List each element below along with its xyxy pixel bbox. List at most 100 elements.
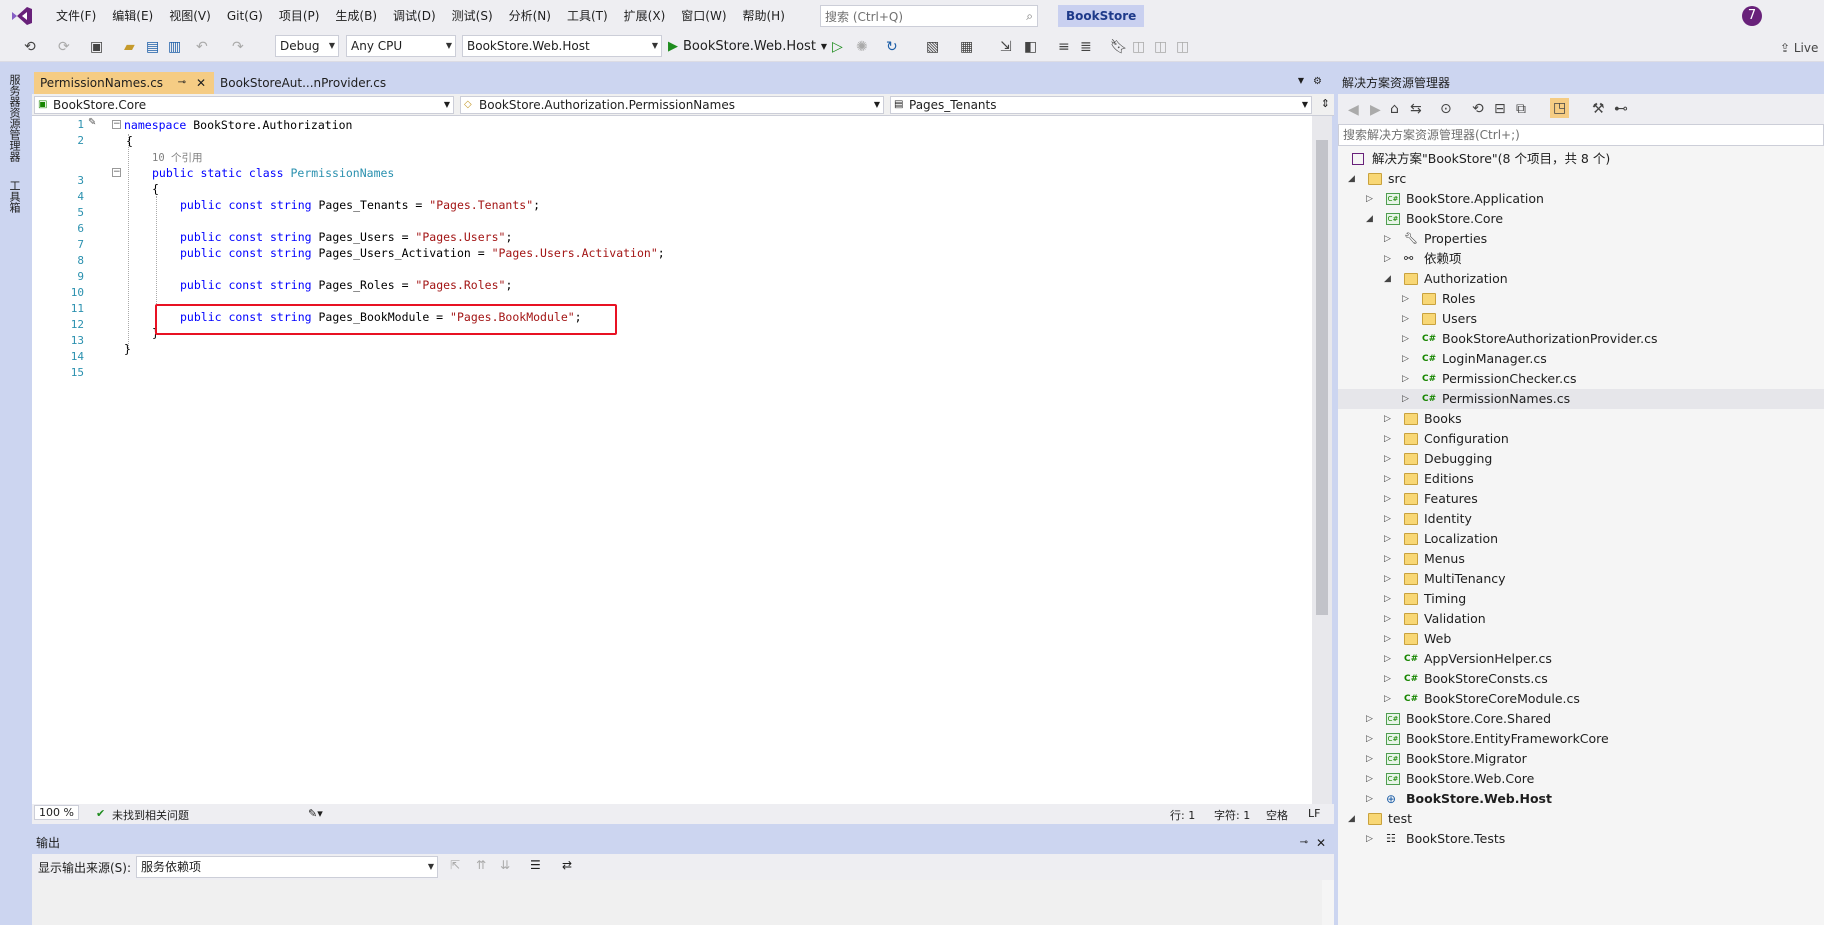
sync-icon[interactable]: ⟲ (1472, 99, 1484, 119)
prev-message-icon[interactable]: ⇈ (476, 858, 486, 872)
browse-icon[interactable]: ▧ (926, 37, 939, 57)
tree-item-folder[interactable]: ▷ Debugging (1384, 449, 1492, 469)
new-project-icon[interactable]: ▣ (90, 37, 103, 57)
avatar[interactable]: 7 (1742, 6, 1762, 26)
menu-view[interactable]: 视图(V) (161, 0, 219, 32)
close-icon[interactable]: ✕ (196, 72, 206, 94)
line-indicator[interactable]: 行: 1 (1170, 807, 1195, 823)
platform-select[interactable]: Any CPU ▼ (346, 35, 456, 57)
startup-project-select[interactable]: BookStore.Web.Host ▼ (462, 35, 662, 57)
find-icon[interactable]: ⇱ (450, 858, 460, 872)
tree-item-folder[interactable]: ▷ Users (1402, 309, 1477, 329)
tree-item-folder[interactable]: ▷ Localization (1384, 529, 1498, 549)
tree-item-src[interactable]: ◢ src (1348, 169, 1406, 189)
tree-item-project[interactable]: ▷ C# BookStore.EntityFrameworkCore (1366, 729, 1609, 749)
tree-item-folder[interactable]: ▷ Configuration (1384, 429, 1509, 449)
tree-item-file[interactable]: ▷ C# AppVersionHelper.cs (1384, 649, 1552, 669)
tree-item-project[interactable]: ▷ C# BookStore.Web.Core (1366, 769, 1534, 789)
bookmark-icon[interactable]: 🔖︎ (1110, 37, 1128, 57)
code-editor[interactable] (32, 116, 1312, 804)
preview-selected-icon[interactable]: ◳ (1550, 98, 1570, 118)
server-explorer-tab[interactable]: 服务器资源管理器 (6, 74, 22, 162)
tree-item-file[interactable]: ▷ C# BookStoreAuthorizationProvider.cs (1402, 329, 1658, 349)
chevron-down-icon[interactable]: ▼ (1298, 76, 1304, 85)
collapse-icon[interactable]: − (112, 168, 121, 177)
menu-tools[interactable]: 工具(T) (559, 0, 616, 32)
view-code-icon[interactable]: ⊷ (1614, 99, 1628, 119)
switch-views-icon[interactable]: ⇆ (1410, 99, 1422, 119)
tree-item-file[interactable]: ▷ C# BookStoreConsts.cs (1384, 669, 1548, 689)
menu-file[interactable]: 文件(F) (48, 0, 104, 32)
collapse-all-icon[interactable]: ⊟ (1494, 99, 1506, 119)
menu-extensions[interactable]: 扩展(X) (616, 0, 674, 32)
issues-status[interactable]: 未找到相关问题 (112, 807, 189, 823)
tree-item-folder[interactable]: ▷ Editions (1384, 469, 1474, 489)
comment-icon[interactable]: ≣ (1080, 37, 1092, 57)
menu-build[interactable]: 生成(B) (327, 0, 385, 32)
open-folder-icon[interactable]: ▰ (124, 37, 135, 57)
close-icon[interactable]: ✕ (1316, 832, 1326, 854)
menu-analyze[interactable]: 分析(N) (501, 0, 559, 32)
search-input[interactable]: 搜索 (Ctrl+Q) ⌕ (820, 5, 1038, 27)
tree-item-folder[interactable]: ▷ Web (1384, 629, 1451, 649)
next-message-icon[interactable]: ⇊ (500, 858, 510, 872)
tree-item-folder[interactable]: ▷ Identity (1384, 509, 1472, 529)
hot-reload-icon[interactable]: ✺ (856, 37, 868, 57)
split-icon[interactable]: ◧ (1024, 37, 1037, 57)
reference-count[interactable]: 10 个引用 (152, 150, 202, 165)
cleanup-icon[interactable]: ✎▾ (308, 807, 323, 820)
tree-item-folder[interactable]: ◢ Authorization (1384, 269, 1508, 289)
tab-bookstoreauthorizationprovider[interactable]: BookStoreAut...nProvider.cs (214, 72, 392, 94)
tree-item-project[interactable]: ▷ C# BookStore.Core.Shared (1366, 709, 1551, 729)
solution-search-input[interactable]: 搜索解决方案资源管理器(Ctrl+;) (1338, 124, 1824, 146)
live-share-button[interactable]: ⇪ Live (1780, 38, 1818, 58)
show-all-files-icon[interactable]: ⧉ (1516, 99, 1526, 119)
start-without-debugging-icon[interactable]: ▷ (832, 37, 843, 57)
tree-item-file[interactable]: ▷ C# BookStoreCoreModule.cs (1384, 689, 1580, 709)
member-nav-select[interactable]: ▤ Pages_Tenants ▼ (890, 96, 1312, 114)
outdent-icon[interactable]: ≡ (1058, 37, 1070, 57)
tree-item-file[interactable]: ▷ C# LoginManager.cs (1402, 349, 1547, 369)
type-nav-select[interactable]: ◇ BookStore.Authorization.PermissionNames… (460, 96, 884, 114)
forward-icon[interactable]: ⟳ (58, 37, 70, 57)
start-debugging-button[interactable]: ▶ BookStore.Web.Host ▼ (668, 36, 827, 56)
tree-item-folder[interactable]: ▷ MultiTenancy (1384, 569, 1506, 589)
properties-icon[interactable]: ⚒ (1592, 99, 1605, 119)
pin-icon[interactable]: ⊸ (1300, 832, 1308, 854)
tree-item-dependencies[interactable]: ▷ ⚯ 依赖项 (1384, 249, 1462, 269)
column-indicator[interactable]: 字符: 1 (1214, 807, 1250, 823)
save-all-icon[interactable]: ▥ (168, 37, 181, 57)
solution-root[interactable]: 解决方案"BookStore"(8 个项目，共 8 个) (1352, 149, 1610, 169)
tree-item-startup-project[interactable]: ▷ ⊕ BookStore.Web.Host (1366, 789, 1552, 809)
redo-icon[interactable]: ↷ (232, 37, 244, 57)
clear-all-icon[interactable]: ☰ (530, 858, 541, 872)
prev-bookmark-icon[interactable]: ◫ (1132, 37, 1145, 57)
pending-changes-icon[interactable]: ⊙ (1440, 99, 1452, 119)
step-icon[interactable]: ⇲ (1000, 37, 1012, 57)
save-icon[interactable]: ▤ (146, 37, 159, 57)
refresh-icon[interactable]: ↻ (886, 37, 898, 57)
home-icon[interactable]: ⌂ (1390, 99, 1399, 119)
clear-bookmark-icon[interactable]: ◫ (1176, 37, 1189, 57)
tree-item-file-selected[interactable]: ▷ C# PermissionNames.cs (1402, 389, 1570, 409)
tree-item-folder[interactable]: ▷ Books (1384, 409, 1462, 429)
scrollbar-thumb[interactable] (1316, 140, 1328, 615)
menu-debug[interactable]: 调试(D) (385, 0, 444, 32)
split-editor-icon[interactable]: ⇕ (1321, 97, 1330, 110)
tree-item-test[interactable]: ◢ test (1348, 809, 1412, 829)
back-icon[interactable]: ⟲ (24, 37, 36, 57)
configuration-select[interactable]: Debug ▼ (275, 35, 339, 57)
toolbox-tab[interactable]: 工具箱 (6, 180, 22, 213)
menu-help[interactable]: 帮助(H) (735, 0, 793, 32)
tree-item-folder[interactable]: ▷ Validation (1384, 609, 1486, 629)
output-source-select[interactable]: 服务依赖项 ▼ (136, 856, 438, 878)
project-nav-select[interactable]: ▣ BookStore.Core ▼ (34, 96, 454, 114)
zoom-select[interactable]: 100 % (34, 805, 79, 820)
tree-item-folder[interactable]: ▷ Timing (1384, 589, 1466, 609)
menu-git[interactable]: Git(G) (219, 0, 271, 32)
undo-icon[interactable]: ↶ (196, 37, 208, 57)
layout-icon[interactable]: ▦ (960, 37, 973, 57)
settings-icon[interactable]: ⚙ (1313, 76, 1322, 87)
tree-item-properties[interactable]: ▷ 🔧︎ Properties (1384, 229, 1487, 249)
tree-item-project[interactable]: ▷ ☷ BookStore.Tests (1366, 829, 1505, 849)
